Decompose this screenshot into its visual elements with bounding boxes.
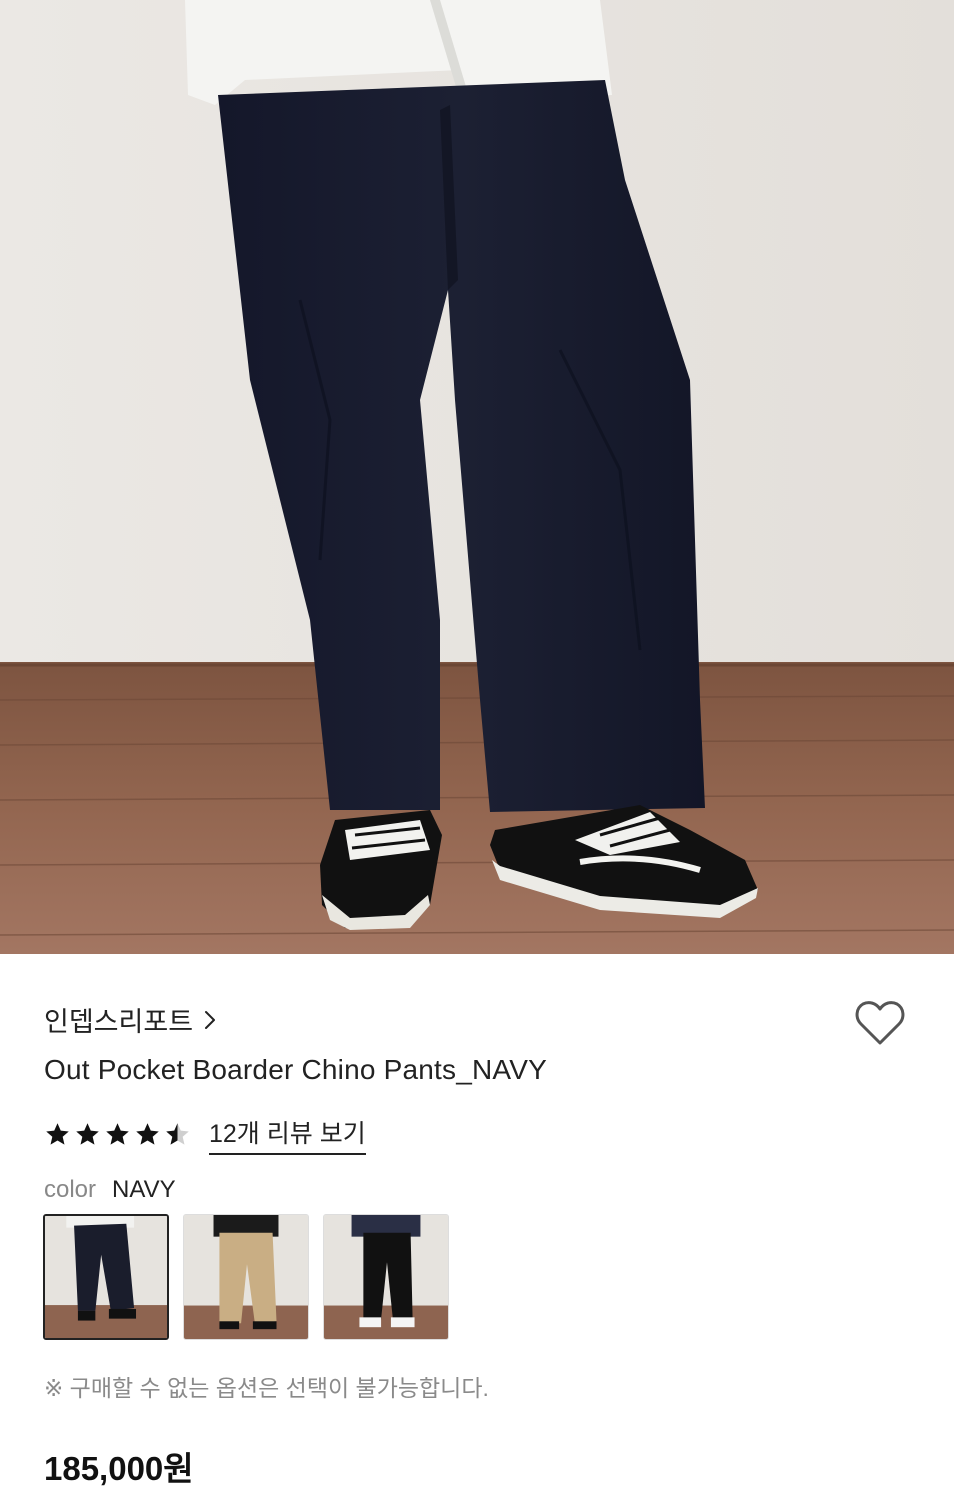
swatch-black[interactable] xyxy=(323,1214,449,1340)
color-value: NAVY xyxy=(112,1176,176,1203)
brand-link[interactable]: 인뎁스리포트 xyxy=(44,1000,217,1039)
star-icon xyxy=(106,1123,129,1145)
product-main-image[interactable] xyxy=(0,0,954,954)
star-icon xyxy=(76,1123,99,1145)
color-swatches xyxy=(43,1214,449,1340)
swatch-beige[interactable] xyxy=(183,1214,309,1340)
product-title: Out Pocket Boarder Chino Pants_NAVY xyxy=(44,1054,547,1085)
star-rating xyxy=(44,1121,191,1148)
price: 185,000원 xyxy=(44,1450,194,1487)
color-label: color xyxy=(44,1176,97,1203)
star-icon xyxy=(46,1123,69,1145)
star-half-icon xyxy=(166,1123,189,1145)
swatch-navy[interactable] xyxy=(43,1214,169,1340)
option-notice: ※ 구매할 수 없는 옵션은 선택이 불가능합니다. xyxy=(44,1375,489,1401)
brand-name: 인뎁스리포트 xyxy=(44,1007,194,1037)
chevron-right-icon xyxy=(205,1010,216,1029)
reviews-link[interactable]: 12개 리뷰 보기 xyxy=(209,1114,366,1155)
rating-row: 12개 리뷰 보기 xyxy=(44,1114,366,1155)
product-info: 인뎁스리포트 Out Pocket Boarder Chino Pants_NA… xyxy=(0,954,954,1500)
star-icon xyxy=(136,1123,159,1145)
heart-outline-icon[interactable] xyxy=(854,998,906,1048)
color-option-row: color NAVY xyxy=(44,1176,176,1204)
